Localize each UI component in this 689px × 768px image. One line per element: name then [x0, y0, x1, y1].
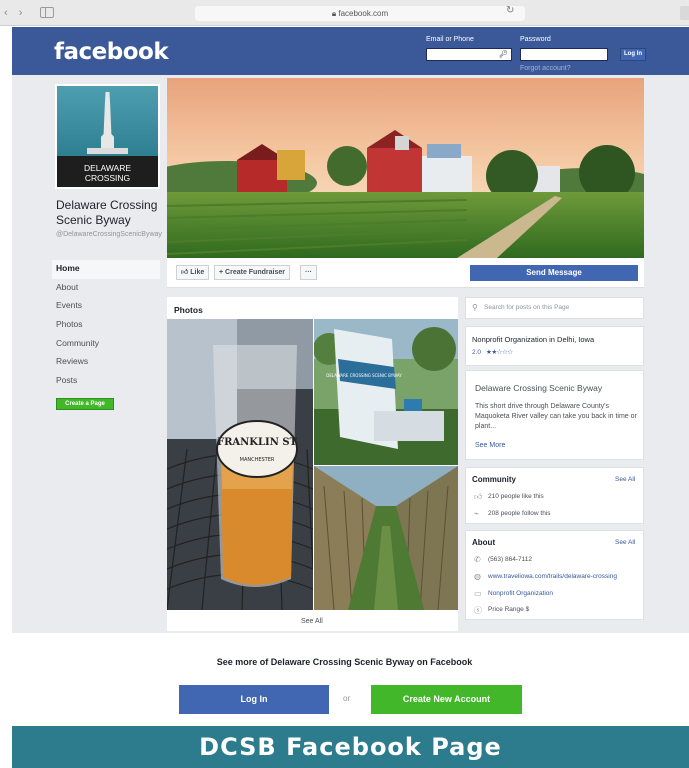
- sign-text: DELAWARE CROSSING SCENIC BYWAY: [326, 373, 402, 378]
- plus-icon: +: [219, 269, 224, 276]
- email-field[interactable]: 🔑︎: [426, 48, 512, 61]
- password-label: Password: [520, 36, 551, 43]
- page-nav: Home About Events Photos Community Revie…: [52, 260, 160, 391]
- nav-item-photos[interactable]: Photos: [52, 316, 160, 335]
- reload-icon[interactable]: ↻: [506, 5, 514, 16]
- glass-logo-text: FRANKLIN ST: [217, 437, 298, 448]
- search-box[interactable]: ⚲ Search for posts on this Page: [465, 297, 644, 319]
- about-see-all[interactable]: See All: [615, 539, 635, 546]
- create-fundraiser-button[interactable]: + Create Fundraiser: [214, 265, 290, 280]
- send-message-button[interactable]: Send Message: [470, 265, 638, 281]
- see-more-prompt: See more of Delaware Crossing Scenic Byw…: [216, 657, 473, 667]
- nav-item-posts[interactable]: Posts: [52, 372, 160, 391]
- or-separator: or: [343, 694, 351, 703]
- downloads-icon[interactable]: [680, 6, 689, 20]
- thumbs-up-icon: 👍︎: [181, 269, 189, 276]
- facebook-header: facebook Email or Phone 🔑︎ Password Log …: [12, 27, 689, 75]
- nav-item-about[interactable]: About: [52, 279, 160, 298]
- photo-byway-sign[interactable]: DELAWARE CROSSING SCENIC BYWAY: [314, 319, 458, 465]
- lock-icon: 🔒︎: [331, 9, 337, 18]
- phone-icon: ✆: [474, 555, 481, 564]
- about-description-box: Delaware Crossing Scenic Byway This shor…: [465, 370, 644, 460]
- category-box: Nonprofit Organization in Delhi, Iowa 2.…: [465, 326, 644, 366]
- thumbs-up-icon: 👍︎: [474, 492, 483, 501]
- see-more-link[interactable]: See More: [475, 442, 505, 449]
- forgot-account-link[interactable]: Forgot account?: [520, 65, 571, 72]
- nav-item-reviews[interactable]: Reviews: [52, 353, 160, 372]
- org-type-link[interactable]: Nonprofit Organization: [488, 590, 553, 597]
- more-options-button[interactable]: ···: [300, 265, 317, 280]
- category-icon: ▭: [474, 589, 482, 598]
- rating-value[interactable]: 2.0: [472, 349, 481, 356]
- nav-item-events[interactable]: Events: [52, 297, 160, 316]
- back-forward-icon[interactable]: ‹ ›: [4, 7, 26, 19]
- browser-toolbar: ‹ › 🔒︎ facebook.com ↻: [0, 0, 689, 26]
- page-handle: @DelawareCrossingScenicByway: [56, 231, 162, 238]
- profile-picture-text: DELAWARE CROSSING: [57, 156, 158, 187]
- address-bar[interactable]: 🔒︎ facebook.com: [195, 6, 525, 21]
- bottom-login-button[interactable]: Log In: [179, 685, 329, 714]
- nav-item-home[interactable]: Home: [52, 260, 160, 279]
- community-title: Community: [472, 475, 516, 484]
- photo-corn-path[interactable]: [314, 466, 458, 610]
- photos-see-all-link[interactable]: See All: [301, 618, 323, 625]
- rating-stars-icon: ★★☆☆☆: [486, 349, 513, 356]
- globe-icon: ◍: [474, 572, 481, 581]
- cover-photo[interactable]: [167, 78, 644, 258]
- key-icon: 🔑︎: [499, 51, 508, 58]
- header-login-button[interactable]: Log In: [620, 48, 646, 61]
- about-title: Delaware Crossing Scenic Byway: [475, 383, 603, 393]
- glass-logo-subtext: MANCHESTER: [240, 457, 275, 463]
- page-category: Nonprofit Organization in Delhi, Iowa: [472, 335, 595, 344]
- follows-count: 208 people follow this: [488, 510, 551, 517]
- page-action-bar: 👍︎ Like + Create Fundraiser ··· Send Mes…: [167, 258, 644, 288]
- follow-icon: ⌁: [474, 509, 479, 518]
- website-link[interactable]: www.traveliowa.com/trails/delaware-cross…: [488, 573, 617, 580]
- url-text: facebook.com: [338, 9, 389, 18]
- about-description: This short drive through Delaware County…: [475, 403, 637, 430]
- photo-beer-glass[interactable]: FRANKLIN ST MANCHESTER: [167, 319, 313, 610]
- nav-item-community[interactable]: Community: [52, 335, 160, 354]
- sidebar-toggle-icon[interactable]: [40, 7, 54, 18]
- caption-banner: DCSB Facebook Page: [12, 726, 689, 768]
- email-label: Email or Phone: [426, 36, 474, 43]
- photos-section: Photos FRANKLIN ST MANCHESTER DELAWARE C…: [167, 297, 458, 631]
- community-see-all[interactable]: See All: [615, 476, 635, 483]
- phone-number: (563) 864-7112: [488, 556, 532, 563]
- community-box: Community See All 👍︎ 210 people like thi…: [465, 467, 644, 524]
- photos-title: Photos: [174, 305, 203, 315]
- price-icon: ⓢ: [474, 606, 482, 615]
- like-button[interactable]: 👍︎ Like: [176, 265, 210, 280]
- create-page-button[interactable]: Create a Page: [56, 398, 114, 410]
- search-placeholder: Search for posts on this Page: [484, 304, 570, 311]
- page-name[interactable]: Delaware Crossing Scenic Byway: [56, 198, 166, 228]
- password-field[interactable]: [520, 48, 608, 61]
- profile-picture[interactable]: DELAWARE CROSSING: [55, 84, 160, 189]
- search-icon: ⚲: [472, 303, 478, 312]
- about-heading: About: [472, 538, 496, 547]
- likes-count: 210 people like this: [488, 493, 544, 500]
- price-range: Price Range $: [488, 606, 530, 613]
- about-box: About See All ✆ (563) 864-7112 ◍ www.tra…: [465, 530, 644, 620]
- create-account-button[interactable]: Create New Account: [371, 685, 522, 714]
- facebook-logo[interactable]: facebook: [54, 39, 169, 65]
